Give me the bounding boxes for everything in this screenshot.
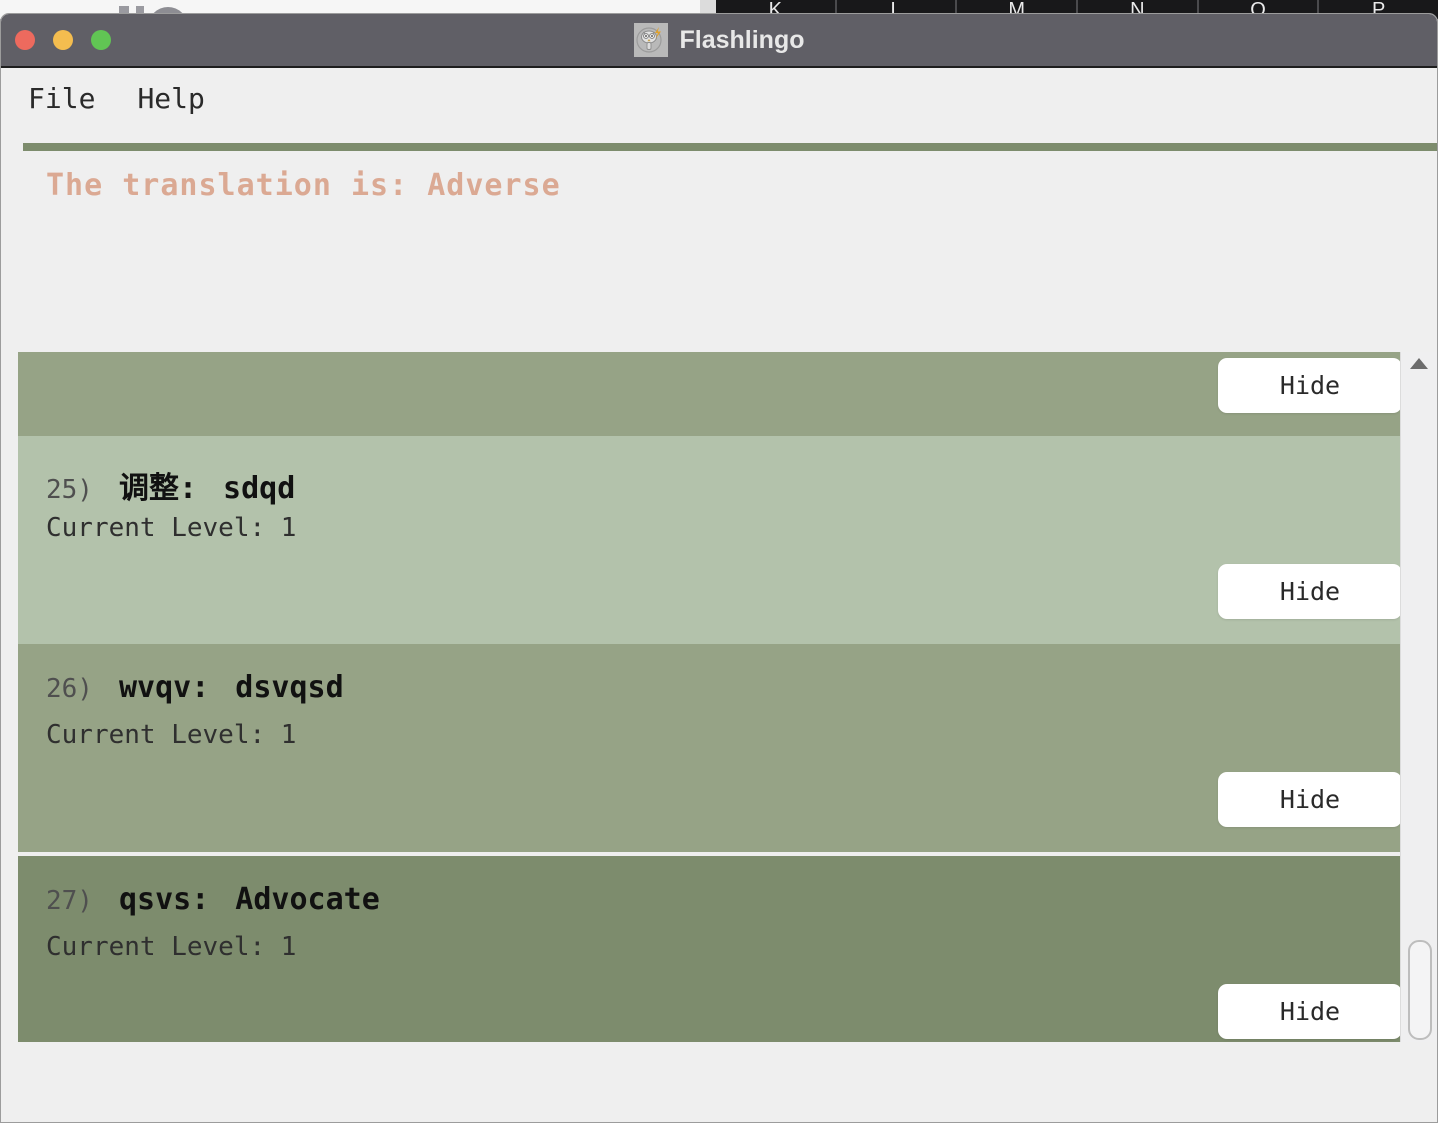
list-item-translation: Advocate	[235, 882, 380, 917]
close-button[interactable]	[15, 30, 35, 50]
menu-file[interactable]: File	[28, 85, 95, 113]
flashlingo-window: Flashlingo File Help The translation is:…	[0, 13, 1438, 1123]
scrollbar-thumb[interactable]	[1408, 940, 1432, 1040]
menu-help[interactable]: Help	[137, 85, 204, 113]
translation-panel: The translation is: Adverse	[1, 130, 1437, 352]
word-list-viewport: Hide 25) 调整: sdqd Current Level: 1 Hide …	[1, 352, 1437, 1042]
word-list: Hide 25) 调整: sdqd Current Level: 1 Hide …	[18, 352, 1402, 1042]
window-controls	[15, 30, 111, 50]
menu-bar: File Help	[1, 68, 1437, 130]
screen: K L M N O P Flashlingo File Help The tra…	[0, 0, 1438, 1123]
list-item[interactable]: 25) 调整: sdqd Current Level: 1 Hide	[18, 436, 1402, 644]
hide-button[interactable]: Hide	[1218, 984, 1402, 1039]
scroll-up-arrow-icon[interactable]	[1410, 358, 1428, 369]
word-list-scrollbar[interactable]	[1400, 352, 1437, 1042]
list-item-word: wvqv:	[118, 670, 210, 705]
translation-result-text: The translation is: Adverse	[46, 168, 561, 203]
list-item[interactable]: Hide	[18, 352, 1402, 436]
list-item-word: qsvs:	[118, 882, 210, 917]
hide-button[interactable]: Hide	[1218, 772, 1402, 827]
minimize-button[interactable]	[53, 30, 73, 50]
accent-divider-bar	[23, 143, 1437, 151]
list-item-level: Current Level: 1	[46, 513, 297, 543]
window-title-group: Flashlingo	[1, 23, 1437, 57]
list-item-translation: sdqd	[223, 471, 296, 506]
list-item-heading: 25) 调整: sdqd	[46, 463, 295, 507]
list-item-index: 26)	[46, 674, 93, 704]
list-item-heading: 27) qsvs: Advocate	[46, 882, 380, 917]
list-item[interactable]: 26) wvqv: dsvqsd Current Level: 1 Hide	[18, 644, 1402, 852]
list-item-heading: 26) wvqv: dsvqsd	[46, 670, 344, 705]
list-item-word: 调整:	[118, 471, 198, 506]
hide-button[interactable]: Hide	[1218, 564, 1402, 619]
window-titlebar[interactable]: Flashlingo	[1, 14, 1437, 68]
owl-lightning-icon	[633, 23, 668, 57]
list-item-level: Current Level: 1	[46, 720, 297, 750]
list-item-translation: dsvqsd	[235, 670, 344, 705]
list-item[interactable]: 27) qsvs: Advocate Current Level: 1 Hide	[18, 856, 1402, 1042]
list-item-index: 25)	[46, 475, 93, 505]
list-item-index: 27)	[46, 886, 93, 916]
maximize-button[interactable]	[91, 30, 111, 50]
hide-button[interactable]: Hide	[1218, 358, 1402, 413]
window-title: Flashlingo	[679, 25, 805, 54]
list-item-level: Current Level: 1	[46, 932, 297, 962]
